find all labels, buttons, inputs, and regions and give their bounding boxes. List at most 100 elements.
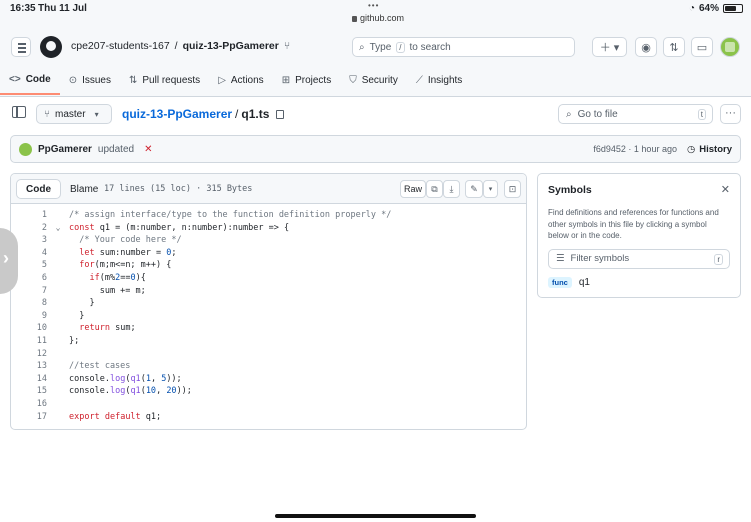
owner-link[interactable]: cpe207-students-167 [71,40,170,52]
line-number[interactable]: 13 [11,360,47,373]
commit-sha-time[interactable]: f6d9452 · 1 hour ago [593,144,677,154]
line-number[interactable]: 17 [11,411,47,424]
copy-raw-icon[interactable]: ⧉ [426,180,443,198]
code-text: const q1 = (m:number, n:number):number =… [69,222,290,233]
tab-pull-requests[interactable]: ⇅ Pull requests [120,65,209,95]
status-bar: 16:35 Thu 11 Jul ••• github.com ◔ 64% [0,0,751,27]
sidebar-toggle-icon[interactable] [12,106,26,118]
code-line[interactable]: 8 } [11,297,526,310]
file-info: 17 lines (15 loc) · 315 Bytes [104,184,253,194]
line-number[interactable]: 2 [11,222,47,235]
line-number[interactable]: 9 [11,310,47,323]
line-number[interactable]: 14 [11,373,47,386]
battery-percent: 64% [698,3,719,14]
tab-security[interactable]: ⛉ Security [340,65,407,95]
path-separator: / [235,107,239,121]
line-number[interactable]: 7 [11,285,47,298]
code-text: //test cases [69,361,131,372]
inbox-icon[interactable]: ▭ [691,37,713,57]
fold-gutter [47,322,69,335]
code-line[interactable]: 15 console.log(q1(10, 20)); [11,385,526,398]
code-line[interactable]: 2 ⌄ const q1 = (m:number, n:number):number… [11,222,526,235]
code-text: } [69,310,85,321]
branch-selector[interactable]: ⑂ master ▾ [36,104,112,124]
create-new-button[interactable]: ＋ ▾ [592,37,627,57]
code-line[interactable]: 14 console.log(q1(1, 5)); [11,373,526,386]
code-line[interactable]: 6 if(m%2==0){ [11,272,526,285]
symbol-item[interactable]: func q1 [548,276,730,288]
path-repo-link[interactable]: quiz-13-PpGamerer [122,107,232,121]
tab-code[interactable]: <> Code [0,65,60,95]
fold-gutter [47,398,69,411]
fold-gutter [47,335,69,348]
code-line[interactable]: 9 } [11,310,526,323]
line-number[interactable]: 15 [11,385,47,398]
issue-icon: ⊙ [68,74,78,86]
code-line[interactable]: 17 export default q1; [11,411,526,424]
history-button[interactable]: ◷ History [687,144,732,155]
code-line[interactable]: 5 for(m;m<=n; m++) { [11,259,526,272]
code-text: let sum:number = 0; [79,247,177,258]
fold-chevron-icon[interactable]: ⌄ [47,222,69,235]
edit-dropdown-chevron-icon[interactable]: ▾ [483,180,498,198]
multitasking-dots-icon[interactable]: ••• [368,1,379,10]
menu-button[interactable] [11,37,31,57]
file-path: quiz-13-PpGamerer / q1.ts [122,107,285,121]
code-line[interactable]: 4 let sum:number = 0; [11,247,526,260]
symbols-panel-toggle-icon[interactable]: ⊡ [504,180,521,198]
download-icon[interactable]: ⤓ [443,180,460,198]
tab-insights[interactable]: ⟋ Insights [407,65,471,95]
line-number[interactable]: 12 [11,348,47,361]
edit-icon[interactable]: ✎ [465,180,483,198]
go-to-file-input[interactable]: ⌕ Go to file t [558,104,713,124]
search-input[interactable]: ⌕ Type / to search [352,37,575,57]
home-indicator[interactable] [275,514,476,518]
line-number[interactable]: 8 [11,297,47,310]
issues-icon[interactable]: ◉ [635,37,657,57]
line-number[interactable]: 11 [11,335,47,348]
close-icon[interactable]: ✕ [721,183,730,196]
code-line[interactable]: 12 [11,348,526,361]
lock-icon [352,16,357,22]
code-text: } [69,298,95,309]
commit-message[interactable]: updated [98,144,134,155]
tab-issues[interactable]: ⊙ Issues [60,65,120,95]
filter-symbols-input[interactable]: ☰ Filter symbols r [548,248,730,269]
line-number[interactable]: 16 [11,398,47,411]
github-logo-icon[interactable] [40,36,62,58]
fold-gutter [47,348,69,361]
code-line[interactable]: 16 [11,398,526,411]
code-lines[interactable]: 1 /* assign interface/type to the functio… [11,204,526,423]
avatar[interactable] [19,142,32,156]
line-number[interactable]: 1 [11,209,47,222]
status-right: ◔ 64% [689,3,743,14]
code-toolbar: Code Blame 17 lines (15 loc) · 315 Bytes… [11,174,526,204]
check-failed-icon[interactable]: ✕ [144,144,152,155]
code-text: return sum; [79,323,136,334]
line-number[interactable]: 10 [11,322,47,335]
commit-author[interactable]: PpGamerer [38,144,92,155]
avatar[interactable] [720,37,740,57]
repo-link[interactable]: quiz-13-PpGamerer [183,40,279,52]
fold-gutter [47,247,69,260]
code-line[interactable]: 11}; [11,335,526,348]
code-line[interactable]: 7 sum += m; [11,285,526,298]
pull-requests-icon[interactable]: ⇅ [663,37,685,57]
filter-icon: ☰ [556,253,565,264]
raw-button[interactable]: Raw [400,180,426,198]
fold-gutter [47,360,69,373]
code-line[interactable]: 10 return sum; [11,322,526,335]
side-panel-handle[interactable]: › [0,228,18,294]
address-url[interactable]: github.com [352,13,404,23]
code-line[interactable]: 3 /* Your code here */ [11,234,526,247]
code-icon: <> [9,73,21,85]
copy-path-icon[interactable] [276,109,285,119]
code-view-button[interactable]: Code [16,179,61,199]
search-icon: ⌕ [566,108,572,120]
code-line[interactable]: 1 /* assign interface/type to the functio… [11,209,526,222]
more-options-button[interactable]: ··· [720,104,741,124]
code-line[interactable]: 13 //test cases [11,360,526,373]
blame-view-button[interactable]: Blame [61,179,107,199]
tab-actions[interactable]: ▷ Actions [209,65,273,95]
tab-projects[interactable]: ⊞ Projects [273,65,341,95]
